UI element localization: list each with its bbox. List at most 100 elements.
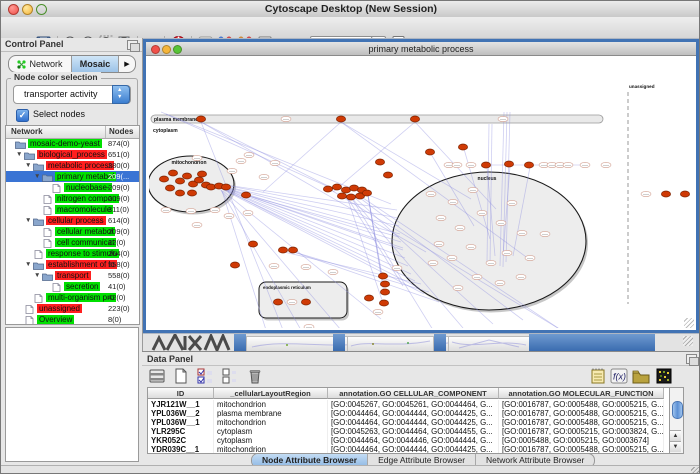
network-node-selected-color[interactable] xyxy=(273,299,282,305)
table-cell[interactable]: cytoplasm xyxy=(214,436,328,445)
tree-row-mosaic-demo-yeast[interactable]: mosaic-demo-yeast874(0) xyxy=(6,138,139,149)
tree-row-overview[interactable]: Overview8(0) xyxy=(6,314,139,325)
network-node-selected-color[interactable] xyxy=(336,116,345,122)
tree-row-label[interactable]: unassigned xyxy=(37,304,82,313)
network-node[interactable] xyxy=(259,174,269,179)
table-cell[interactable]: YPL036W__1 xyxy=(148,418,214,427)
float-panel-icon[interactable] xyxy=(127,40,138,50)
network-node-selected-color[interactable] xyxy=(380,281,389,287)
network-node-selected-color[interactable] xyxy=(288,247,297,253)
tree-row-secretion[interactable]: secretion41(0) xyxy=(6,281,139,292)
network-node[interactable] xyxy=(580,162,590,167)
tree-row-response-to-stimulu[interactable]: response to stimulu264(0) xyxy=(6,248,139,259)
network-node[interactable] xyxy=(455,225,465,230)
tree-row-label[interactable]: nucleobase- xyxy=(64,183,112,192)
attribute-table[interactable]: ID_cellularLayoutRegionannotation.GO CEL… xyxy=(147,387,671,454)
network-node-selected-color[interactable] xyxy=(323,186,332,192)
network-node-selected-color[interactable] xyxy=(410,116,419,122)
network-resize-grip[interactable] xyxy=(684,318,694,328)
network-node-selected-color[interactable] xyxy=(680,191,689,197)
network-node-selected-color[interactable] xyxy=(241,192,250,198)
network-node[interactable] xyxy=(468,187,478,192)
network-node-selected-color[interactable] xyxy=(182,173,191,179)
title-bar[interactable]: Cytoscape Desktop (New Session) xyxy=(1,1,700,18)
network-node-selected-color[interactable] xyxy=(375,159,384,165)
select-nodes-checkbox[interactable]: ✓ xyxy=(16,109,29,122)
network-node[interactable] xyxy=(426,191,436,196)
tree-row-cellular-metabol[interactable]: cellular metabol209(0) xyxy=(6,226,139,237)
expand-icon[interactable]: ▼ xyxy=(25,217,31,224)
import-icon[interactable] xyxy=(632,367,650,385)
expand-icon[interactable]: ▼ xyxy=(25,162,31,169)
network-node-selected-color[interactable] xyxy=(301,299,310,305)
network-node-selected-color[interactable] xyxy=(248,241,257,247)
unselect-attributes-icon[interactable] xyxy=(220,367,238,385)
tree-row-cell-communicat[interactable]: cell communicat22(0) xyxy=(6,237,139,248)
scroll-down-icon[interactable]: ▼ xyxy=(670,441,681,452)
network-node[interactable] xyxy=(186,208,196,213)
network-node[interactable] xyxy=(428,260,438,265)
table-scrollbar[interactable]: ▲ ▼ xyxy=(669,387,684,454)
tree-row-nucleobase-[interactable]: nucleobase-209(0) xyxy=(6,182,139,193)
tree-row-establishment-of-lo[interactable]: ▼establishment of lo558(0) xyxy=(6,259,139,270)
network-node[interactable] xyxy=(434,241,444,246)
network-node-selected-color[interactable] xyxy=(175,190,184,196)
network-node[interactable] xyxy=(516,274,526,279)
network-node[interactable] xyxy=(269,263,279,268)
network-node[interactable] xyxy=(502,250,512,255)
background-windows-strip[interactable] xyxy=(143,334,700,351)
attribute-modify-icon[interactable] xyxy=(148,367,166,385)
network-node[interactable] xyxy=(447,255,457,260)
network-node-selected-color[interactable] xyxy=(362,190,371,196)
birds-eye-view[interactable] xyxy=(5,327,139,462)
delete-attribute-icon[interactable] xyxy=(246,367,264,385)
network-node[interactable] xyxy=(507,200,517,205)
table-cell[interactable]: [GO:0005488, GO:0005215, GO:0003674] xyxy=(499,436,664,445)
network-node-selected-color[interactable] xyxy=(481,162,490,168)
network-node-selected-color[interactable] xyxy=(337,193,346,199)
network-node[interactable] xyxy=(486,260,496,265)
network-node-selected-color[interactable] xyxy=(175,178,184,184)
network-node-selected-color[interactable] xyxy=(165,185,174,191)
network-node[interactable] xyxy=(192,155,202,160)
network-node-selected-color[interactable] xyxy=(383,172,392,178)
network-node[interactable] xyxy=(563,162,573,167)
network-node-selected-color[interactable] xyxy=(159,176,168,182)
network-node-selected-color[interactable] xyxy=(168,170,177,176)
float-panel-icon[interactable] xyxy=(686,354,697,364)
network-node[interactable] xyxy=(373,309,383,314)
select-attributes-icon[interactable] xyxy=(196,367,214,385)
tree-row-transport[interactable]: ▼transport558(0) xyxy=(6,270,139,281)
network-node[interactable] xyxy=(540,231,550,236)
tree-row-biological-process[interactable]: ▼biological_process651(0) xyxy=(6,149,139,160)
table-cell[interactable]: YKR052C xyxy=(148,436,214,445)
tree-row-label[interactable]: cellular metabol xyxy=(55,227,115,236)
network-node[interactable] xyxy=(244,152,254,157)
table-cell[interactable]: [GO:0016787, GO:0005215, GO:0003824, G..… xyxy=(499,427,664,436)
network-node-selected-color[interactable] xyxy=(378,273,387,279)
tree-row-label[interactable]: metabolic process xyxy=(46,161,114,170)
network-node[interactable] xyxy=(496,220,506,225)
network-node[interactable] xyxy=(466,244,476,249)
tree-row-metabolic-process[interactable]: ▼metabolic process280(0) xyxy=(6,160,139,171)
table-cell[interactable]: cytoplasm xyxy=(214,427,328,436)
network-node[interactable] xyxy=(161,207,171,212)
network-node-selected-color[interactable] xyxy=(194,177,203,183)
node-color-dropdown[interactable]: transporter activity ▲▼ xyxy=(13,85,131,104)
network-node-selected-color[interactable] xyxy=(278,247,287,253)
tree-row-label[interactable]: transport xyxy=(55,271,91,280)
network-node-selected-color[interactable] xyxy=(221,184,230,190)
network-node-selected-color[interactable] xyxy=(332,184,341,190)
tree-row-cellular-process[interactable]: ▼cellular process614(0) xyxy=(6,215,139,226)
tree-row-label[interactable]: establishment of lo xyxy=(46,260,117,269)
app-resize-grip[interactable] xyxy=(691,467,700,474)
network-canvas[interactable]: plasma membranecytoplasmmitochondrionnuc… xyxy=(149,56,693,328)
network-node[interactable] xyxy=(270,160,280,165)
network-node[interactable] xyxy=(517,230,527,235)
table-cell[interactable]: [GO:0045267, GO:0045261, GO:0044464, G..… xyxy=(328,400,499,409)
tab-mosaic[interactable]: Mosaic xyxy=(72,56,119,72)
function-icon[interactable]: f(x) xyxy=(610,367,628,385)
network-node[interactable] xyxy=(281,116,291,121)
column-header-1[interactable]: _cellularLayoutRegion xyxy=(214,388,328,399)
network-node[interactable] xyxy=(287,299,297,304)
